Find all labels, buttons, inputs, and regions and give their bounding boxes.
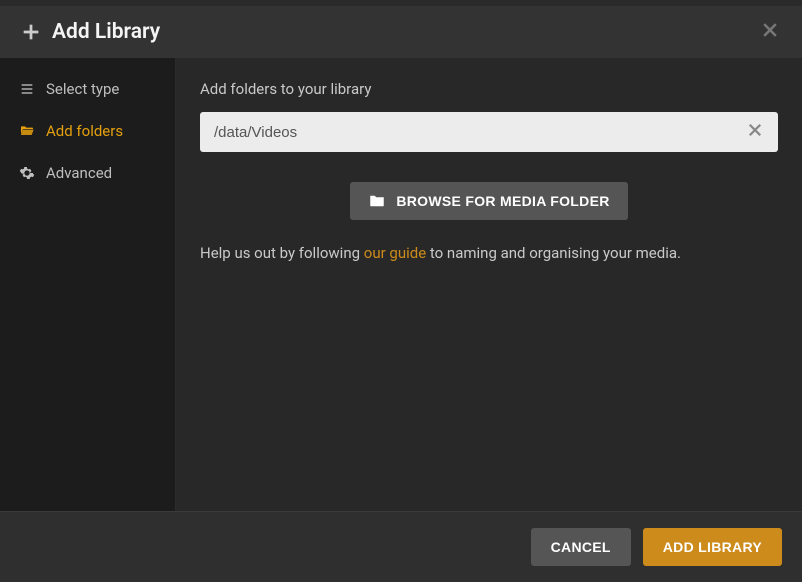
modal-footer: CANCEL ADD LIBRARY xyxy=(0,511,802,582)
modal-title: Add Library xyxy=(52,20,160,44)
folder-icon xyxy=(368,192,386,210)
sidebar-item-label: Add folders xyxy=(46,122,123,140)
close-icon[interactable] xyxy=(760,19,780,45)
browse-button-label: BROWSE FOR MEDIA FOLDER xyxy=(396,193,609,209)
guide-post: to naming and organising your media. xyxy=(426,244,681,262)
sidebar-item-label: Select type xyxy=(46,80,119,98)
sidebar-item-add-folders[interactable]: Add folders xyxy=(0,110,175,152)
sidebar-item-select-type[interactable]: Select type xyxy=(0,68,175,110)
list-icon xyxy=(18,80,36,98)
add-library-button[interactable]: ADD LIBRARY xyxy=(643,528,782,566)
sidebar: Select type Add folders Advanced xyxy=(0,58,176,511)
folder-open-icon xyxy=(18,122,36,140)
folder-path-row xyxy=(200,112,778,152)
remove-folder-icon[interactable] xyxy=(742,121,768,144)
sidebar-item-label: Advanced xyxy=(46,164,112,182)
gear-icon xyxy=(18,164,36,182)
cancel-button[interactable]: CANCEL xyxy=(531,528,631,566)
guide-text: Help us out by following our guide to na… xyxy=(200,244,778,262)
guide-pre: Help us out by following xyxy=(200,244,364,262)
browse-media-folder-button[interactable]: BROWSE FOR MEDIA FOLDER xyxy=(350,182,627,220)
modal-body: Select type Add folders Advanced Add fol… xyxy=(0,58,802,511)
browse-row: BROWSE FOR MEDIA FOLDER xyxy=(200,182,778,220)
sidebar-item-advanced[interactable]: Advanced xyxy=(0,152,175,194)
folder-path-input[interactable] xyxy=(214,124,742,141)
guide-link[interactable]: our guide xyxy=(364,244,426,262)
prompt-label: Add folders to your library xyxy=(200,80,778,98)
add-library-modal: Add Library Select type Add folders xyxy=(0,0,802,582)
plus-icon xyxy=(20,21,42,43)
content-pane: Add folders to your library BROWSE FOR M… xyxy=(176,58,802,511)
modal-header: Add Library xyxy=(0,6,802,58)
